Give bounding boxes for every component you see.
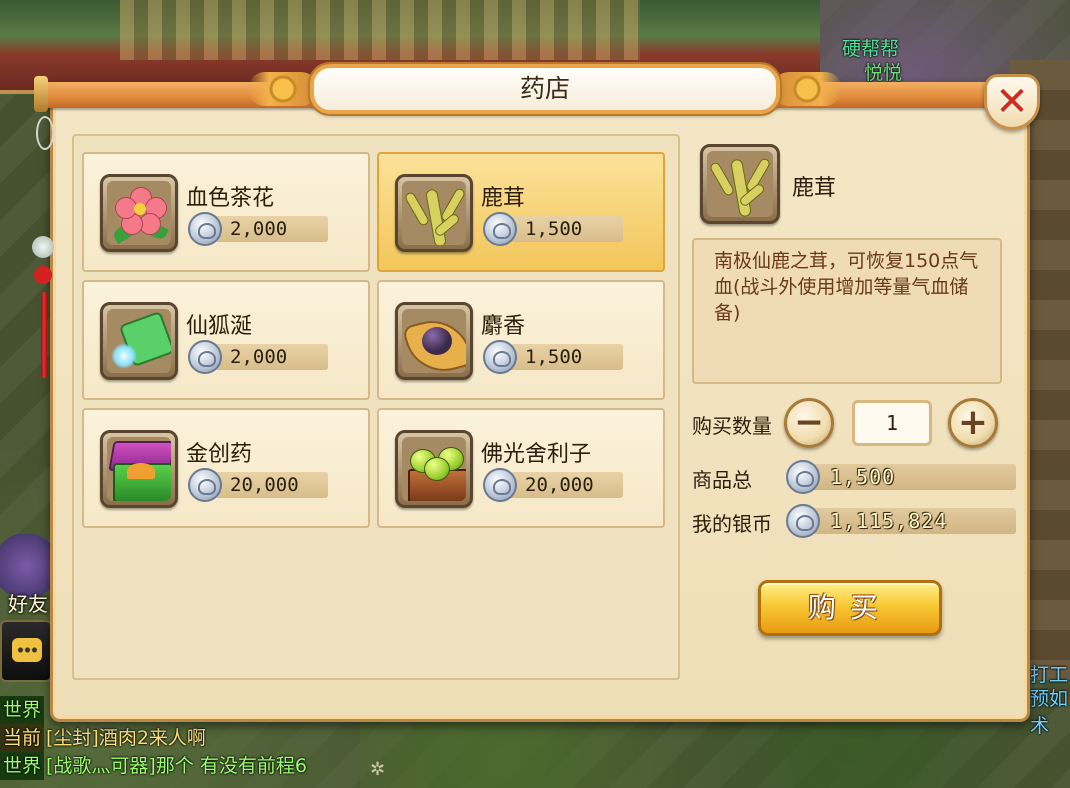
product-price: 2,000 — [230, 346, 288, 368]
decrease-quantity-button[interactable]: − — [784, 398, 834, 448]
chat-message: [尘封]酒肉2来人啊 — [46, 727, 206, 749]
musk-icon — [395, 302, 473, 380]
musk-ball — [422, 327, 452, 355]
chat-dots — [17, 647, 37, 653]
item-description-box: 南极仙鹿之茸，可恢复150点气血(战斗外使用增加等量气血储备) — [692, 238, 1002, 384]
buy-button-label: 购买 — [807, 591, 892, 624]
selected-item-antler-icon — [700, 144, 780, 224]
product-name: 佛光舍利子 — [481, 442, 592, 467]
title-ornament-left — [248, 72, 318, 106]
increase-quantity-button[interactable]: + — [948, 398, 998, 448]
silver-coin-icon — [188, 468, 222, 502]
plus-icon: + — [957, 402, 989, 443]
product-price: 20,000 — [525, 474, 594, 496]
product-item[interactable]: 佛光舍利子 20,000 — [377, 408, 665, 528]
settings-gear-icon[interactable]: ✲ — [370, 760, 390, 780]
tassel-string — [41, 292, 47, 378]
product-item[interactable]: 麝香 1,500 — [377, 280, 665, 400]
camellia-icon — [100, 174, 178, 252]
medicine-box-icon — [100, 430, 178, 508]
chat-channel-tag: 当前 — [0, 724, 45, 752]
bean — [424, 457, 450, 481]
chat-bubble-icon — [12, 638, 42, 662]
fox-saliva-icon — [100, 302, 178, 380]
icon-inner — [107, 181, 171, 245]
product-price: 2,000 — [230, 218, 288, 240]
close-button[interactable]: ✕ — [984, 74, 1040, 130]
silver-coin-icon — [786, 460, 820, 494]
friend-button-label[interactable]: 好友 — [8, 588, 48, 617]
product-name: 仙狐涎 — [186, 314, 253, 339]
silver-coin-icon — [483, 212, 517, 246]
shop-title: 药店 — [519, 74, 570, 103]
product-name: 血色茶花 — [186, 186, 275, 211]
silver-coin-icon — [483, 340, 517, 374]
chat-channel-tag: 世界 — [0, 696, 45, 724]
quantity-input[interactable] — [852, 400, 932, 446]
product-price: 1,500 — [525, 218, 583, 240]
background-foliage — [360, 718, 1070, 788]
icon-inner — [402, 181, 466, 245]
icon-inner — [402, 309, 466, 373]
icon-inner — [107, 309, 171, 373]
chat-line: 当前 [尘封]酒肉2来人啊 — [0, 724, 380, 752]
silver-coin-icon — [483, 468, 517, 502]
sparkle — [111, 343, 137, 369]
product-price: 20,000 — [230, 474, 299, 496]
product-price: 1,500 — [525, 346, 583, 368]
product-item[interactable]: 金创药 20,000 — [82, 408, 370, 528]
product-item[interactable]: 仙狐涎 2,000 — [82, 280, 370, 400]
chat-channel-tag: 世界 — [0, 752, 45, 780]
silver-coin-icon — [786, 504, 820, 538]
flower-center — [134, 203, 146, 215]
product-name: 金创药 — [186, 442, 253, 467]
item-description: 南极仙鹿之茸，可恢复150点气血(战斗外使用增加等量气血储备) — [714, 250, 979, 324]
npc-name[interactable]: 硬帮帮 — [842, 34, 899, 61]
tassel-ring — [36, 116, 54, 150]
selected-item-name: 鹿茸 — [792, 176, 837, 201]
product-name: 麝香 — [481, 314, 526, 339]
box-powder — [127, 463, 155, 479]
tassel-jade — [32, 236, 54, 258]
total-price-value: 1,500 — [830, 465, 896, 489]
silver-coin-icon — [188, 212, 222, 246]
relic-beads-icon — [395, 430, 473, 508]
product-name: 鹿茸 — [481, 186, 526, 211]
npc-name[interactable]: 悦悦 — [864, 58, 902, 85]
icon-inner — [107, 437, 171, 501]
tassel-knot — [34, 266, 52, 284]
npc-name[interactable]: 预如术 — [1030, 684, 1070, 738]
roof-stripes — [120, 0, 640, 60]
product-item-selected[interactable]: 鹿茸 1,500 — [377, 152, 665, 272]
silver-coin-icon — [188, 340, 222, 374]
close-icon: ✕ — [995, 79, 1029, 125]
tassel-ornament — [30, 116, 56, 378]
title-ornament-right — [772, 72, 842, 106]
antler-icon — [395, 174, 473, 252]
my-silver-value: 1,115,824 — [830, 509, 948, 533]
minus-icon: − — [793, 402, 825, 443]
chat-line: 世界 [战歌灬可器]那个 有没有前程6 — [0, 752, 380, 780]
total-price-label: 商品总 — [692, 468, 752, 492]
panel-bar-knob — [34, 76, 48, 112]
icon-inner — [402, 437, 466, 501]
quantity-label: 购买数量 — [692, 414, 772, 438]
my-silver-label: 我的银币 — [692, 512, 772, 536]
chat-button[interactable] — [0, 620, 52, 682]
buy-button[interactable]: 购买 — [758, 580, 942, 636]
icon-inner — [707, 151, 773, 217]
chat-message: [战歌灬可器]那个 有没有前程6 — [46, 755, 307, 777]
npc-name[interactable]: 打工 — [1030, 660, 1068, 687]
product-item[interactable]: 血色茶花 2,000 — [82, 152, 370, 272]
